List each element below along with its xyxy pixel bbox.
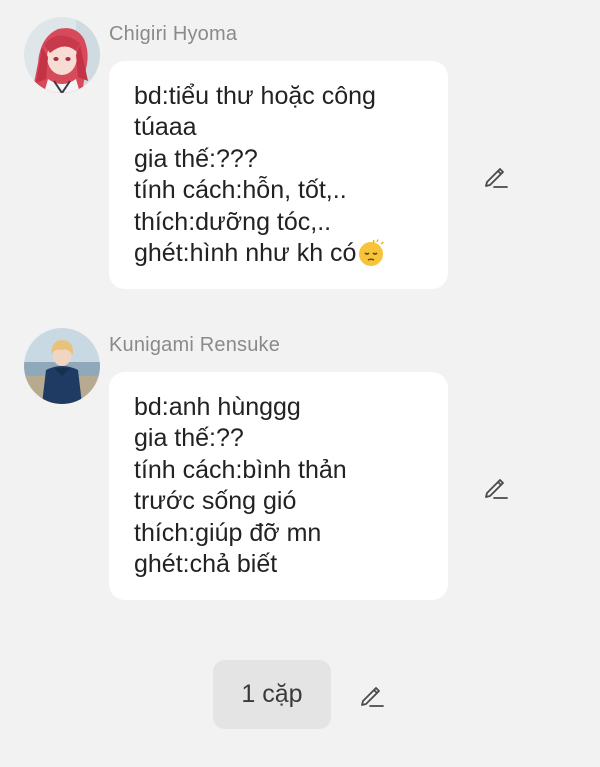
message-line-last: ghét:hình như kh có — [134, 238, 424, 269]
message-line: trước sống gió — [134, 487, 297, 516]
pair-count-button[interactable]: 1 cặp — [213, 660, 331, 729]
message-bubble[interactable]: bd:tiểu thư hoặc công túaaa gia thế:??? … — [109, 61, 448, 289]
message-line: ghét:chả biết — [134, 550, 278, 579]
pensive-face-emoji-icon — [359, 239, 385, 267]
message-line: túaaa — [134, 113, 197, 142]
message-line: gia thế:?? — [134, 424, 244, 453]
message-line: bd:anh hùnggg — [134, 393, 301, 421]
message-line: tính cách:hỗn, tốt,.. — [134, 176, 347, 205]
avatar-red-hair-icon — [24, 17, 100, 93]
edit-message-pencil-icon[interactable] — [482, 162, 510, 190]
message-line-text: ghét:hình như kh có — [134, 239, 357, 268]
message-line: gia thế:??? — [134, 144, 258, 173]
sender-name[interactable]: Chigiri Hyoma — [109, 23, 237, 46]
edit-pair-pencil-icon[interactable] — [358, 681, 386, 709]
avatar-blond-seaside-icon — [24, 328, 100, 404]
message-line: thích:giúp đỡ mn — [134, 518, 322, 547]
edit-message-pencil-icon[interactable] — [482, 473, 510, 501]
sender-avatar-kunigami[interactable] — [24, 328, 100, 404]
message-line: thích:dưỡng tóc,.. — [134, 207, 332, 236]
message-line: tính cách:bình thản — [134, 455, 347, 484]
message-bubble[interactable]: bd:anh hùnggg gia thế:?? tính cách:bình … — [109, 372, 448, 600]
sender-avatar-chigiri[interactable] — [24, 17, 100, 93]
sender-name[interactable]: Kunigami Rensuke — [109, 334, 280, 357]
message-line: bd:tiểu thư hoặc công — [134, 82, 376, 110]
